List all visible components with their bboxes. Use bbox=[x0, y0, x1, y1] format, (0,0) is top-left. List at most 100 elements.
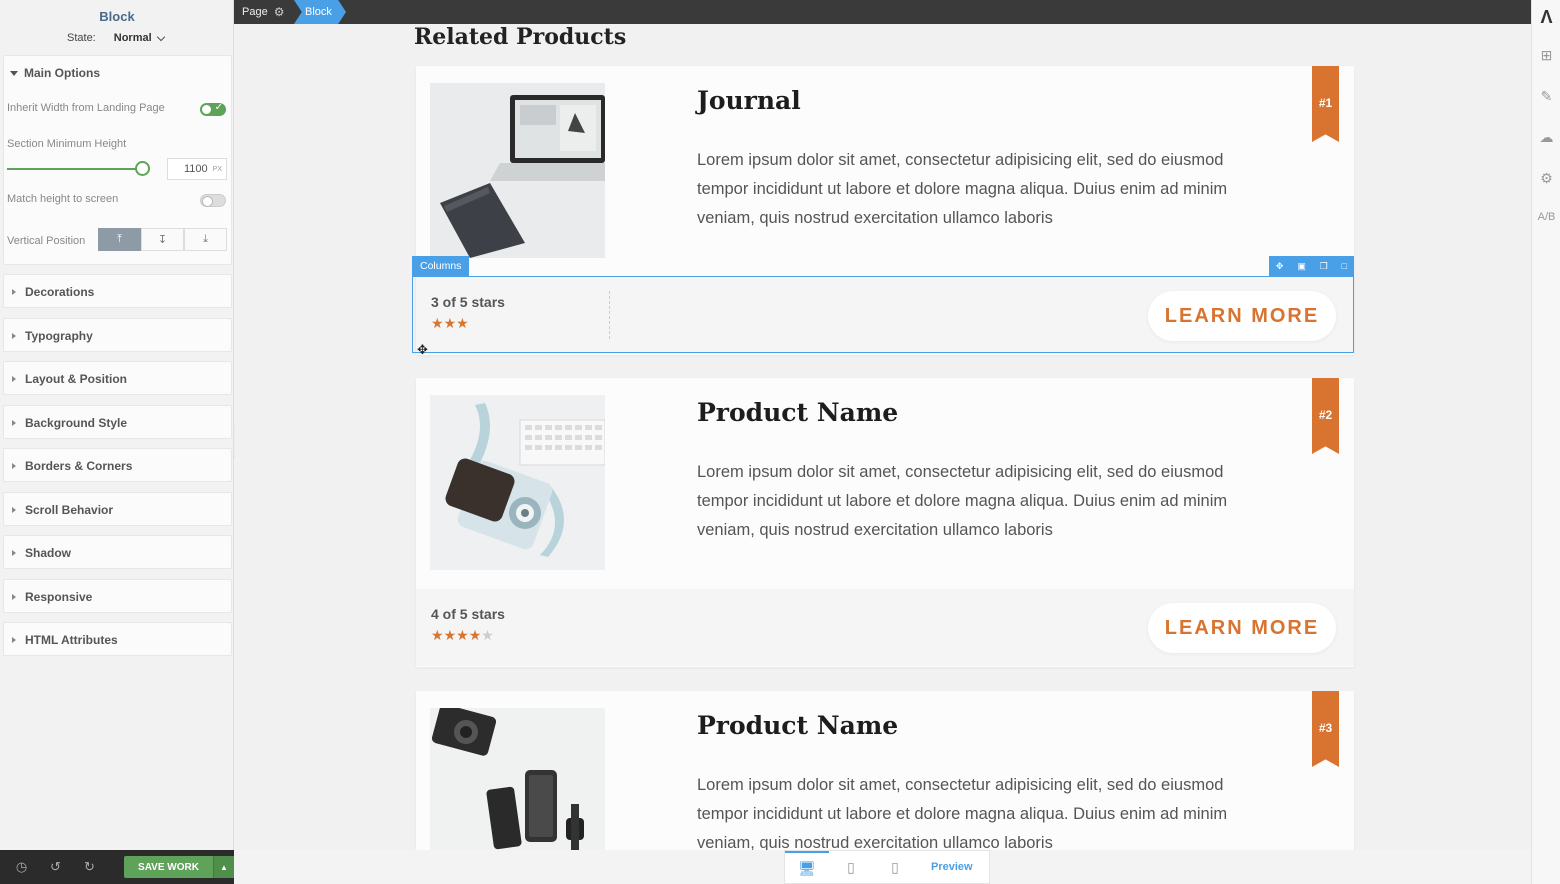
caret-right-icon bbox=[12, 463, 16, 469]
product-card[interactable]: Product Name Lorem ipsum dolor sit amet,… bbox=[416, 378, 1354, 667]
caret-right-icon bbox=[12, 507, 16, 513]
inherit-width-toggle[interactable] bbox=[200, 102, 226, 116]
main-options-header[interactable]: Main Options bbox=[4, 56, 231, 90]
add-block-icon[interactable]: ⊞ bbox=[1532, 47, 1560, 64]
move-cursor-icon: ✥ bbox=[417, 342, 428, 357]
match-height-toggle[interactable] bbox=[200, 194, 226, 207]
align-bottom-button[interactable]: ⤓ bbox=[184, 228, 227, 251]
settings-gear-icon[interactable]: ⚙ bbox=[1532, 170, 1560, 187]
desktop-icon[interactable]: 🖥 bbox=[785, 851, 829, 883]
min-height-slider-handle[interactable] bbox=[135, 161, 150, 176]
align-middle-button[interactable]: ↧ bbox=[141, 228, 184, 251]
tablet-icon[interactable]: ▯ bbox=[829, 859, 873, 876]
section-label: Typography bbox=[25, 329, 93, 343]
product-name: Product Name bbox=[697, 711, 899, 740]
product-name: Product Name bbox=[697, 398, 899, 427]
ab-test-icon[interactable]: A/B bbox=[1532, 211, 1560, 223]
mobile-icon[interactable]: ▯ bbox=[873, 859, 917, 876]
app-logo: Λ bbox=[1540, 6, 1553, 27]
star-rating: ★★★★★ bbox=[431, 627, 494, 644]
save-options-chevron-icon[interactable]: ▲ bbox=[213, 856, 234, 878]
move-icon[interactable]: ✥ bbox=[1276, 261, 1284, 272]
rank-ribbon: #1 bbox=[1312, 66, 1339, 142]
section-typography[interactable]: Typography bbox=[3, 318, 232, 352]
main-options-panel: Main Options Inherit Width from Landing … bbox=[3, 55, 232, 265]
section-borders-corners[interactable]: Borders & Corners bbox=[3, 448, 232, 482]
section-label: Responsive bbox=[25, 590, 93, 604]
sidebar-title: Block bbox=[99, 9, 135, 24]
section-label: HTML Attributes bbox=[25, 633, 118, 647]
min-height-unit: PX bbox=[212, 165, 222, 173]
duplicate-icon[interactable]: ❐ bbox=[1320, 261, 1328, 272]
caret-right-icon bbox=[12, 376, 16, 382]
section-shadow[interactable]: Shadow bbox=[3, 535, 232, 569]
product-card[interactable]: Product Name Lorem ipsum dolor sit amet,… bbox=[416, 691, 1354, 850]
product-name: Journal bbox=[697, 86, 801, 115]
caret-right-icon bbox=[12, 637, 16, 643]
delete-icon[interactable]: □ bbox=[1342, 261, 1347, 271]
section-decorations[interactable]: Decorations bbox=[3, 274, 232, 308]
section-background-style[interactable]: Background Style bbox=[3, 405, 232, 439]
chevron-down-icon bbox=[156, 32, 165, 41]
vertical-position-group: ⤒ ↧ ⤓ bbox=[98, 228, 227, 251]
section-label: Borders & Corners bbox=[25, 459, 133, 473]
min-height-label: Section Minimum Height bbox=[7, 138, 127, 150]
min-height-value: 1100 bbox=[184, 163, 208, 175]
product-image-camera bbox=[430, 395, 605, 570]
save-work-button[interactable]: SAVE WORK bbox=[124, 856, 213, 878]
learn-more-button[interactable]: LEARN MORE bbox=[1148, 603, 1336, 653]
caret-right-icon bbox=[12, 333, 16, 339]
inherit-width-label: Inherit Width from Landing Page bbox=[7, 102, 165, 114]
preview-button[interactable]: Preview bbox=[931, 861, 973, 873]
rank-ribbon: #2 bbox=[1312, 378, 1339, 454]
cloud-icon[interactable]: ☁ bbox=[1532, 129, 1560, 146]
star-icon: ★ bbox=[468, 627, 482, 643]
product-description: Lorem ipsum dolor sit amet, consectetur … bbox=[697, 776, 1228, 850]
caret-down-icon bbox=[10, 70, 18, 76]
state-dropdown[interactable]: Normal bbox=[113, 32, 165, 44]
section-layout-position[interactable]: Layout & Position bbox=[3, 361, 232, 395]
breadcrumb-block[interactable]: Block bbox=[294, 0, 346, 24]
breadcrumb-page-label: Page bbox=[242, 6, 268, 18]
match-height-label: Match height to screen bbox=[7, 193, 119, 205]
product-description: Lorem ipsum dolor sit amet, consectetur … bbox=[697, 151, 1228, 227]
gear-icon[interactable]: ⚙ bbox=[274, 5, 285, 19]
product-image-laptop bbox=[430, 83, 605, 258]
save-block-icon[interactable]: ▣ bbox=[1297, 261, 1306, 272]
rating-text: 4 of 5 stars bbox=[431, 606, 505, 622]
align-top-button[interactable]: ⤒ bbox=[98, 228, 141, 251]
star-icon: ★ bbox=[431, 627, 444, 643]
section-label: Shadow bbox=[25, 546, 72, 560]
star-empty-icon: ★ bbox=[481, 627, 494, 643]
section-scroll-behavior[interactable]: Scroll Behavior bbox=[3, 492, 232, 526]
selection-toolbar: ✥ ▣ ❐ □ bbox=[1269, 256, 1354, 276]
section-label: Decorations bbox=[25, 285, 95, 299]
section-label: Scroll Behavior bbox=[25, 503, 114, 517]
brush-icon[interactable]: ✎ bbox=[1532, 88, 1560, 105]
breadcrumb: Page ⚙ Block bbox=[234, 0, 1531, 24]
page-title: Related Products bbox=[414, 24, 627, 50]
state-label: State: bbox=[67, 32, 96, 44]
selection-label[interactable]: Columns bbox=[412, 256, 470, 276]
star-icon: ★ bbox=[443, 627, 457, 643]
selected-columns-outline[interactable] bbox=[412, 276, 1354, 353]
star-icon: ★ bbox=[456, 627, 469, 643]
caret-right-icon bbox=[12, 594, 16, 600]
device-preview-bar: 🖥 ▯ ▯ Preview bbox=[784, 850, 990, 884]
caret-right-icon bbox=[12, 550, 16, 556]
state-selector[interactable]: State: Normal bbox=[67, 32, 165, 44]
history-icon[interactable]: ◷ bbox=[14, 859, 29, 875]
redo-icon[interactable]: ↻ bbox=[82, 859, 97, 875]
min-height-slider-track[interactable] bbox=[7, 168, 145, 170]
undo-icon[interactable]: ↺ bbox=[48, 859, 63, 875]
min-height-input[interactable]: 1100 PX bbox=[167, 158, 227, 180]
state-value: Normal bbox=[113, 32, 152, 44]
section-label: Background Style bbox=[25, 416, 128, 430]
section-html-attributes[interactable]: HTML Attributes bbox=[3, 622, 232, 656]
page-canvas: Related Products Journal Lorem ipsum dol… bbox=[235, 24, 1531, 850]
section-label: Layout & Position bbox=[25, 372, 127, 386]
section-responsive[interactable]: Responsive bbox=[3, 579, 232, 613]
breadcrumb-page[interactable]: Page ⚙ bbox=[234, 0, 292, 24]
main-options-label: Main Options bbox=[24, 66, 100, 80]
right-toolbar: Λ ⊞ ✎ ☁ ⚙ A/B bbox=[1531, 0, 1560, 884]
